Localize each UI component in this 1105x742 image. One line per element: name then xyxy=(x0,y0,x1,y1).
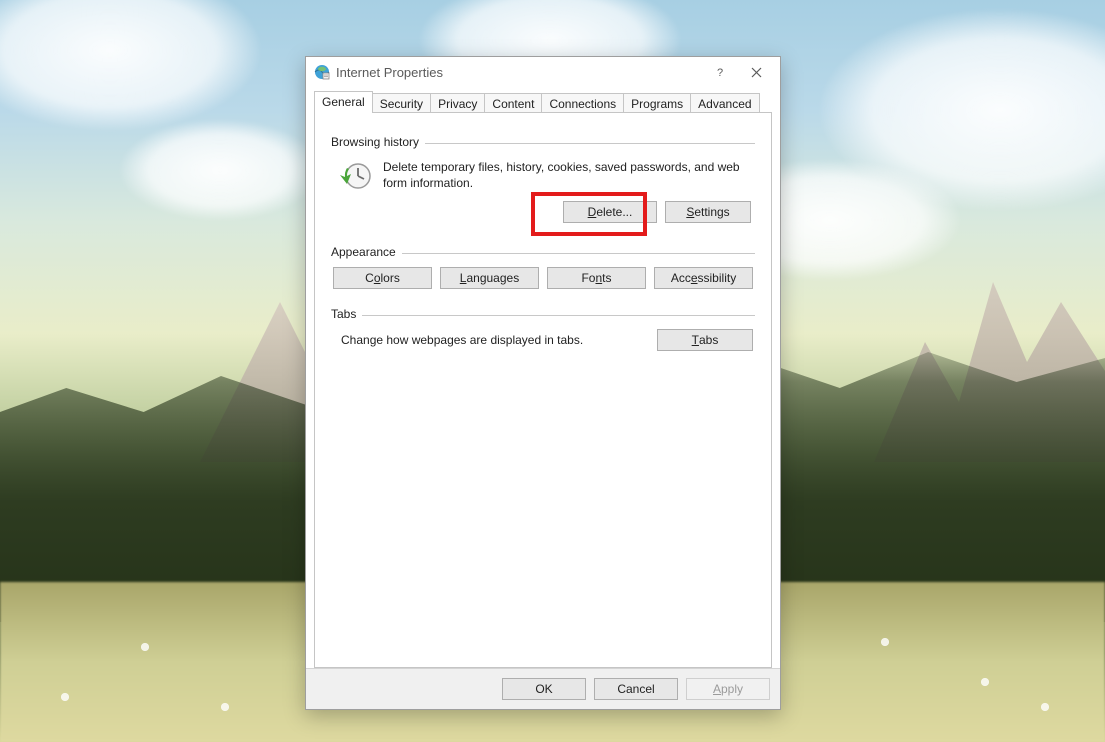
ok-button[interactable]: OK xyxy=(502,678,586,700)
tab-advanced[interactable]: Advanced xyxy=(690,93,759,114)
tab-security[interactable]: Security xyxy=(372,93,431,114)
tabs-section-description: Change how webpages are displayed in tab… xyxy=(341,333,583,347)
tab-label: Content xyxy=(492,97,534,111)
group-label: Tabs xyxy=(331,307,362,321)
group-browsing-history: Browsing history xyxy=(331,135,755,149)
tab-programs[interactable]: Programs xyxy=(623,93,691,114)
tab-label: Advanced xyxy=(698,97,751,111)
internet-options-icon xyxy=(314,64,330,80)
group-tabs: Tabs xyxy=(331,307,755,321)
help-button[interactable]: ? xyxy=(702,61,738,83)
group-label: Appearance xyxy=(331,245,402,259)
accessibility-button[interactable]: Accessibility xyxy=(654,267,753,289)
tab-content[interactable]: Content xyxy=(484,93,542,114)
tab-general[interactable]: General xyxy=(314,91,373,113)
group-appearance: Appearance xyxy=(331,245,755,259)
fonts-button[interactable]: Fonts xyxy=(547,267,646,289)
group-label: Browsing history xyxy=(331,135,425,149)
tab-label: Connections xyxy=(549,97,616,111)
tab-label: Privacy xyxy=(438,97,477,111)
delete-button[interactable]: Delete... xyxy=(563,201,657,223)
separator xyxy=(425,143,755,144)
tab-label: Programs xyxy=(631,97,683,111)
internet-properties-dialog: Internet Properties ? General Security P… xyxy=(305,56,781,710)
tab-connections[interactable]: Connections xyxy=(541,93,624,114)
close-button[interactable] xyxy=(738,61,774,83)
history-icon xyxy=(339,159,373,193)
tab-label: Security xyxy=(380,97,423,111)
svg-text:?: ? xyxy=(717,67,723,78)
separator xyxy=(402,253,755,254)
tab-label: General xyxy=(322,95,365,109)
window-title: Internet Properties xyxy=(336,65,702,80)
apply-button[interactable]: Apply xyxy=(686,678,770,700)
tab-panel-general: Browsing history Delete temporary files,… xyxy=(314,112,772,668)
dialog-footer: OK Cancel Apply xyxy=(306,668,780,709)
colors-button[interactable]: Colors xyxy=(333,267,432,289)
tabs-button[interactable]: Tabs xyxy=(657,329,753,351)
desktop-wallpaper: Internet Properties ? General Security P… xyxy=(0,0,1105,742)
titlebar: Internet Properties ? xyxy=(306,57,780,87)
tabs-bar: General Security Privacy Content Connect… xyxy=(314,91,772,113)
cancel-button[interactable]: Cancel xyxy=(594,678,678,700)
browsing-history-description: Delete temporary files, history, cookies… xyxy=(383,159,755,191)
separator xyxy=(362,315,755,316)
tab-privacy[interactable]: Privacy xyxy=(430,93,485,114)
languages-button[interactable]: Languages xyxy=(440,267,539,289)
settings-button[interactable]: Settings xyxy=(665,201,751,223)
client-area: General Security Privacy Content Connect… xyxy=(306,87,780,668)
